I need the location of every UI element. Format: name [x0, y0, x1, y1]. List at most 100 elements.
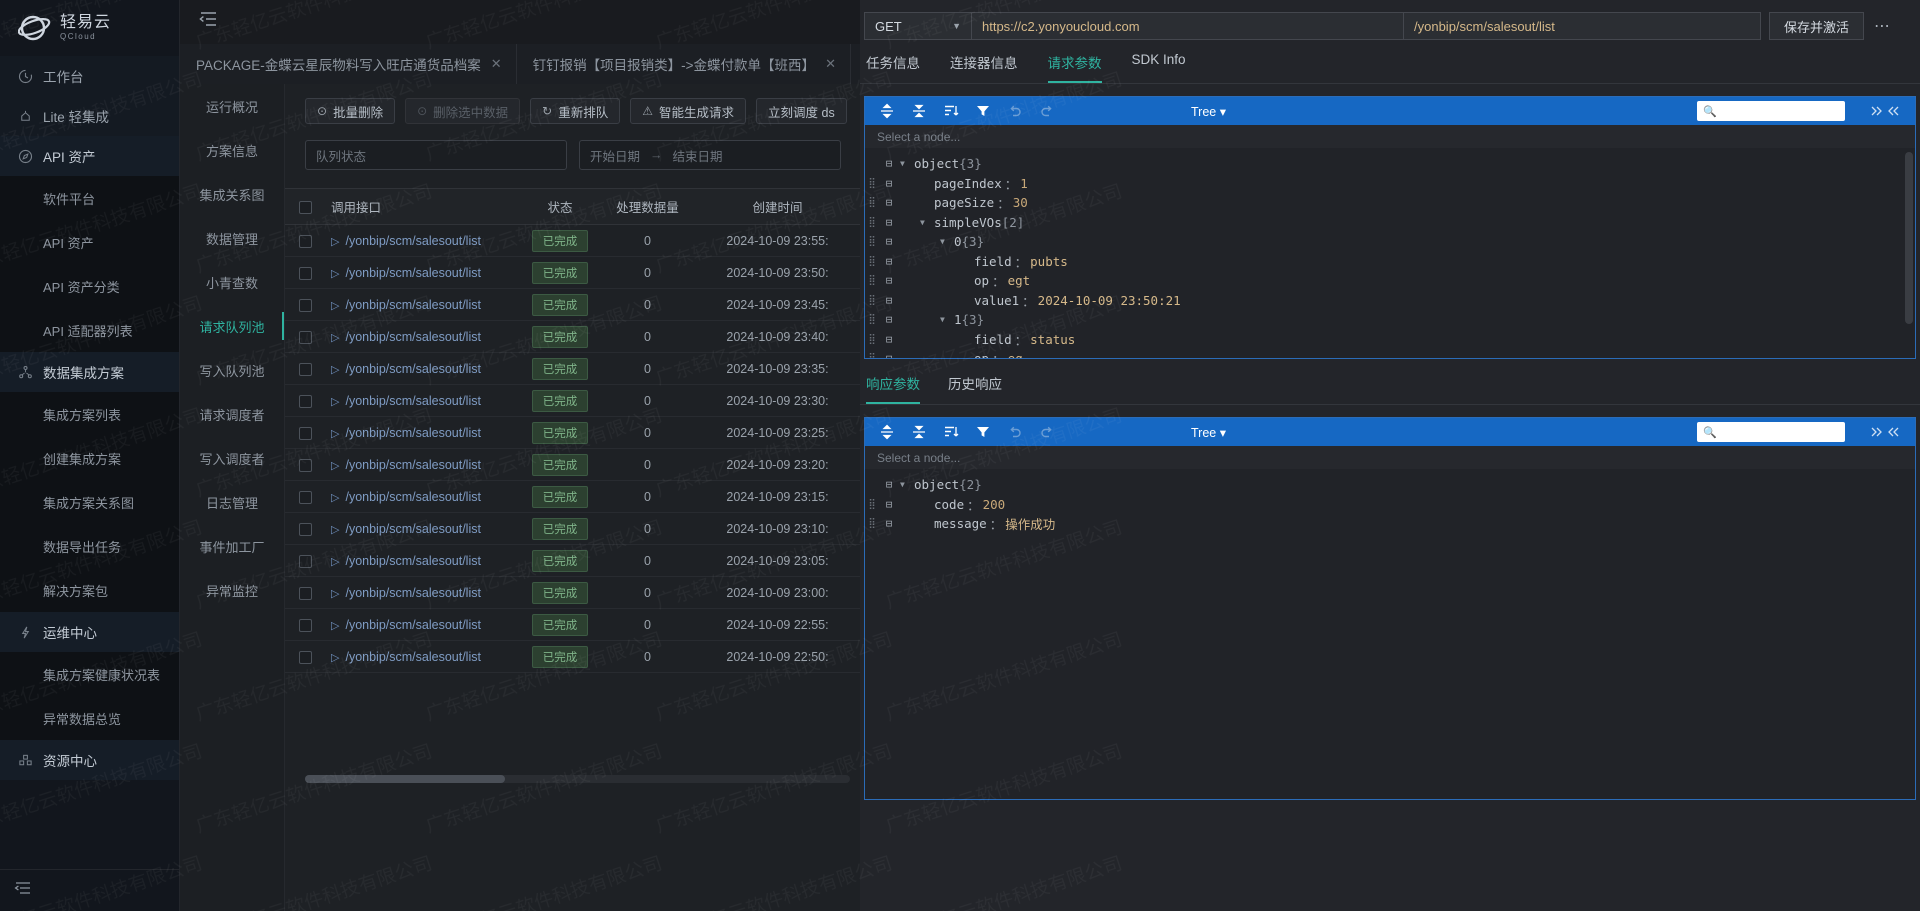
- sort-icon[interactable]: [943, 103, 959, 119]
- node-menu-icon[interactable]: ⊟: [878, 235, 900, 248]
- drag-handle-icon[interactable]: ⣿: [865, 314, 878, 325]
- run-icon[interactable]: ▷: [331, 652, 339, 664]
- cell-api[interactable]: ▷ /yonbip/scm/salesout/list: [325, 416, 520, 449]
- json-tree-row[interactable]: ⣿⊟ op ：eq: [865, 349, 1915, 358]
- sidebar-item-scheme-graph[interactable]: 集成方案关系图: [0, 480, 179, 524]
- row-checkbox-cell[interactable]: [285, 576, 325, 609]
- requeue-button[interactable]: ↻ 重新排队: [530, 98, 621, 124]
- cell-api[interactable]: ▷ /yonbip/scm/salesout/list: [325, 448, 520, 481]
- row-checkbox[interactable]: [298, 298, 312, 312]
- drag-handle-icon[interactable]: ⣿: [865, 197, 878, 208]
- submenu-item-relation-graph[interactable]: 集成关系图: [180, 172, 284, 216]
- filter-icon[interactable]: [975, 424, 991, 440]
- json-tree-row[interactable]: ⣿ ⊟ value1： 2024-10-09 23:50:21: [865, 291, 1915, 311]
- table-row[interactable]: ▷ /yonbip/scm/salesout/list 已完成 0 2024-10-09…: [285, 288, 860, 321]
- run-icon[interactable]: ▷: [331, 396, 339, 408]
- smart-generate-request-button[interactable]: ⚠ 智能生成请求: [630, 98, 747, 124]
- expand-caret-icon[interactable]: ▼: [900, 159, 914, 168]
- undo-icon[interactable]: [1007, 424, 1023, 440]
- row-checkbox[interactable]: [298, 650, 312, 664]
- sidebar-item-create-scheme[interactable]: 创建集成方案: [0, 436, 179, 480]
- sidebar-item-api-category[interactable]: API 资产分类: [0, 264, 179, 308]
- more-icon[interactable]: ⋯: [1864, 16, 1898, 36]
- table-row[interactable]: ▷ /yonbip/scm/salesout/list 已完成 0 2024-10-09…: [285, 384, 860, 417]
- row-checkbox-cell[interactable]: [285, 224, 325, 257]
- json-tree-row[interactable]: ⊟ ▼ object {3}: [865, 154, 1915, 174]
- drag-handle-icon[interactable]: ⣿: [865, 353, 878, 358]
- drag-handle-icon[interactable]: ⣿: [865, 275, 878, 286]
- json-value[interactable]: egt: [1008, 273, 1031, 288]
- row-checkbox[interactable]: [298, 394, 312, 408]
- close-icon[interactable]: ✕: [491, 56, 502, 72]
- run-icon[interactable]: ▷: [331, 364, 339, 376]
- node-menu-icon[interactable]: ⊟: [878, 517, 900, 530]
- row-checkbox[interactable]: [298, 426, 312, 440]
- node-menu-icon[interactable]: ⊟: [878, 255, 900, 268]
- submenu-item-request-queue[interactable]: 请求队列池: [180, 304, 284, 348]
- delete-selected-button[interactable]: ⊙ 删除选中数据: [405, 98, 521, 124]
- row-checkbox-cell[interactable]: [285, 480, 325, 513]
- expand-all-icon[interactable]: [879, 103, 895, 119]
- tab-sdk-info[interactable]: SDK Info: [1132, 52, 1186, 83]
- drag-handle-icon[interactable]: ⣿: [865, 217, 878, 228]
- sidebar-item-workbench[interactable]: 工作台: [0, 56, 179, 96]
- collapse-all-icon[interactable]: [911, 103, 927, 119]
- table-row[interactable]: ▷ /yonbip/scm/salesout/list 已完成 0 2024-10-09…: [285, 480, 860, 513]
- editor-search-nav[interactable]: [1869, 104, 1901, 118]
- row-checkbox[interactable]: [298, 458, 312, 472]
- submenu-item-log-mgmt[interactable]: 日志管理: [180, 480, 284, 524]
- sidebar-item-ops-center[interactable]: 运维中心: [0, 612, 179, 652]
- cell-api[interactable]: ▷ /yonbip/scm/salesout/list: [325, 224, 520, 257]
- row-checkbox-cell[interactable]: [285, 608, 325, 641]
- table-row[interactable]: ▷ /yonbip/scm/salesout/list 已完成 0 2024-10-09…: [285, 256, 860, 289]
- sidebar-item-abnormal-overview[interactable]: 异常数据总览: [0, 696, 179, 740]
- drag-handle-icon[interactable]: ⣿: [865, 295, 878, 306]
- editor-node-path[interactable]: Select a node...: [865, 125, 1915, 148]
- editor-search-input[interactable]: 🔍: [1697, 422, 1845, 442]
- drag-handle-icon[interactable]: ⣿: [865, 178, 878, 189]
- tab-connector-info[interactable]: 连接器信息: [950, 52, 1018, 83]
- tab-item[interactable]: 钉钉报销【项目报销类】->金蝶付款单【班西】 ✕: [516, 44, 851, 84]
- request-tree-body[interactable]: ⊟ ▼ object {3} ⣿ ⊟ pageIndex： 1 ⣿ ⊟ pageSize： 30 ⣿ ⊟…: [865, 148, 1915, 358]
- table-row[interactable]: ▷ /yonbip/scm/salesout/list 已完成 0 2024-10-09…: [285, 544, 860, 577]
- table-row[interactable]: ▷ /yonbip/scm/salesout/list 已完成 0 2024-10-09…: [285, 512, 860, 545]
- table-row[interactable]: ▷ /yonbip/scm/salesout/list 已完成 0 2024-10-09…: [285, 640, 860, 673]
- run-icon[interactable]: ▷: [331, 556, 339, 568]
- close-icon[interactable]: ✕: [825, 56, 836, 72]
- cell-api[interactable]: ▷ /yonbip/scm/salesout/list: [325, 384, 520, 417]
- run-icon[interactable]: ▷: [331, 428, 339, 440]
- row-checkbox-cell[interactable]: [285, 544, 325, 577]
- sidebar-item-lite[interactable]: Lite 轻集成: [0, 96, 179, 136]
- submenu-item-overview[interactable]: 运行概况: [180, 84, 284, 128]
- submenu-item-data-mgmt[interactable]: 数据管理: [180, 216, 284, 260]
- node-menu-icon[interactable]: ⊟: [878, 498, 900, 511]
- row-checkbox-cell[interactable]: [285, 640, 325, 673]
- cell-api[interactable]: ▷ /yonbip/scm/salesout/list: [325, 256, 520, 289]
- cell-api[interactable]: ▷ /yonbip/scm/salesout/list: [325, 544, 520, 577]
- sidebar-collapse-bar[interactable]: [0, 869, 180, 911]
- json-tree-row[interactable]: ⣿ ⊟ ▼ 0 {3}: [865, 232, 1915, 252]
- sidebar-item-health-table[interactable]: 集成方案健康状况表: [0, 652, 179, 696]
- host-input[interactable]: https://c2.yonyoucloud.com: [972, 12, 1404, 40]
- table-row[interactable]: ▷ /yonbip/scm/salesout/list 已完成 0 2024-10-09…: [285, 608, 860, 641]
- submenu-item-query[interactable]: 小青查数: [180, 260, 284, 304]
- scrollbar-thumb[interactable]: [305, 775, 505, 783]
- expand-all-icon[interactable]: [879, 424, 895, 440]
- sidebar-item-solution-package[interactable]: 解决方案包: [0, 568, 179, 612]
- queue-status-select[interactable]: 队列状态: [305, 140, 567, 170]
- collapse-all-icon[interactable]: [911, 424, 927, 440]
- path-input[interactable]: /yonbip/scm/salesout/list: [1404, 12, 1761, 40]
- row-checkbox-cell[interactable]: [285, 512, 325, 545]
- node-menu-icon[interactable]: ⊟: [878, 196, 900, 209]
- date-range-picker[interactable]: 开始日期 → 结束日期: [579, 140, 841, 170]
- table-row[interactable]: ▷ /yonbip/scm/salesout/list 已完成 0 2024-10-09…: [285, 320, 860, 353]
- drag-handle-icon[interactable]: ⣿: [865, 334, 878, 345]
- app-logo[interactable]: 轻易云 QCloud: [0, 0, 179, 56]
- sidebar-item-api-assets[interactable]: API 资产: [0, 136, 179, 176]
- sidebar-item-data-integration[interactable]: 数据集成方案: [0, 352, 179, 392]
- row-checkbox[interactable]: [298, 362, 312, 376]
- tab-task-info[interactable]: 任务信息: [866, 52, 920, 83]
- json-tree-row[interactable]: ⣿ ⊟ field： status: [865, 330, 1915, 350]
- node-menu-icon[interactable]: ⊟: [878, 352, 900, 358]
- node-menu-icon[interactable]: ⊟: [878, 333, 900, 346]
